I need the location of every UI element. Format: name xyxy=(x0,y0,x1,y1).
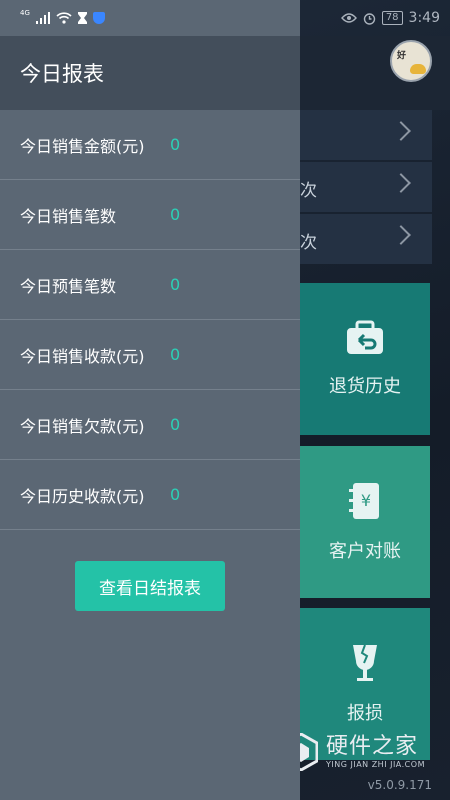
alarm-icon xyxy=(363,12,376,25)
report-item-value: 0 xyxy=(170,485,181,504)
report-item-value: 0 xyxy=(170,345,181,364)
svg-text:¥: ¥ xyxy=(361,491,371,510)
avatar-face xyxy=(410,64,426,74)
avatar[interactable]: 好 xyxy=(390,40,432,82)
report-item-sales-received: 今日销售收款(元) 0 xyxy=(0,320,300,390)
eye-icon xyxy=(340,13,357,23)
report-item-value: 0 xyxy=(170,205,181,224)
drawer-title: 今日报表 xyxy=(20,62,104,86)
version-text: v5.0.9.171 xyxy=(367,778,432,792)
signal-icon xyxy=(35,12,50,24)
watermark-cn: 硬件之家 xyxy=(326,733,419,759)
report-item-label: 今日销售收款(元) xyxy=(20,346,145,366)
report-item-history-received: 今日历史收款(元) 0 xyxy=(0,460,300,530)
chevron-right-icon xyxy=(391,173,411,193)
row-suffix: 次 xyxy=(300,233,317,253)
report-item-label: 今日销售金额(元) xyxy=(20,136,145,156)
return-bag-icon xyxy=(347,320,383,354)
broken-glass-icon xyxy=(353,644,377,681)
tile-return-history[interactable]: 退货历史 xyxy=(300,283,430,435)
tile-label: 报损 xyxy=(347,703,383,724)
report-item-value: 0 xyxy=(170,135,181,154)
status-bar: 4G 78 3:49 xyxy=(0,0,450,36)
statement-icon: ¥ xyxy=(349,483,379,519)
report-item-label: 今日历史收款(元) xyxy=(20,486,145,506)
watermark-en: YING JIAN ZHI JIA.COM xyxy=(326,759,425,769)
tile-customer-statement[interactable]: ¥ 客户对账 xyxy=(300,446,430,598)
status-time: 3:49 xyxy=(408,10,440,26)
report-item-sales-count: 今日销售笔数 0 xyxy=(0,180,300,250)
row-suffix: 次 xyxy=(300,181,317,201)
chevron-right-icon xyxy=(391,121,411,141)
shield-icon xyxy=(92,12,105,24)
network-type: 4G xyxy=(20,9,30,17)
tile-label: 退货历史 xyxy=(329,376,401,397)
report-item-sales-amount: 今日销售金额(元) 0 xyxy=(0,110,300,180)
view-daily-report-button[interactable]: 查看日结报表 xyxy=(75,561,225,611)
battery-indicator: 78 xyxy=(381,11,403,25)
report-item-sales-debt: 今日销售欠款(元) 0 xyxy=(0,390,300,460)
report-item-presale-count: 今日预售笔数 0 xyxy=(0,250,300,320)
drawer-header: 今日报表 xyxy=(0,36,300,110)
report-item-value: 0 xyxy=(170,275,181,294)
watermark: 硬件之家 YING JIAN ZHI JIA.COM xyxy=(284,730,444,774)
report-drawer: 今日报表 今日销售金额(元) 0 今日销售笔数 0 今日预售笔数 0 今日销售收… xyxy=(0,0,300,800)
report-item-label: 今日销售欠款(元) xyxy=(20,416,145,436)
wifi-icon xyxy=(56,12,72,24)
report-item-label: 今日销售笔数 xyxy=(20,206,117,226)
report-item-label: 今日预售笔数 xyxy=(20,276,117,296)
report-list: 今日销售金额(元) 0 今日销售笔数 0 今日预售笔数 0 今日销售收款(元) … xyxy=(0,110,300,530)
chevron-right-icon xyxy=(391,225,411,245)
report-item-value: 0 xyxy=(170,415,181,434)
hourglass-icon xyxy=(77,12,87,24)
tile-label: 客户对账 xyxy=(329,541,401,562)
